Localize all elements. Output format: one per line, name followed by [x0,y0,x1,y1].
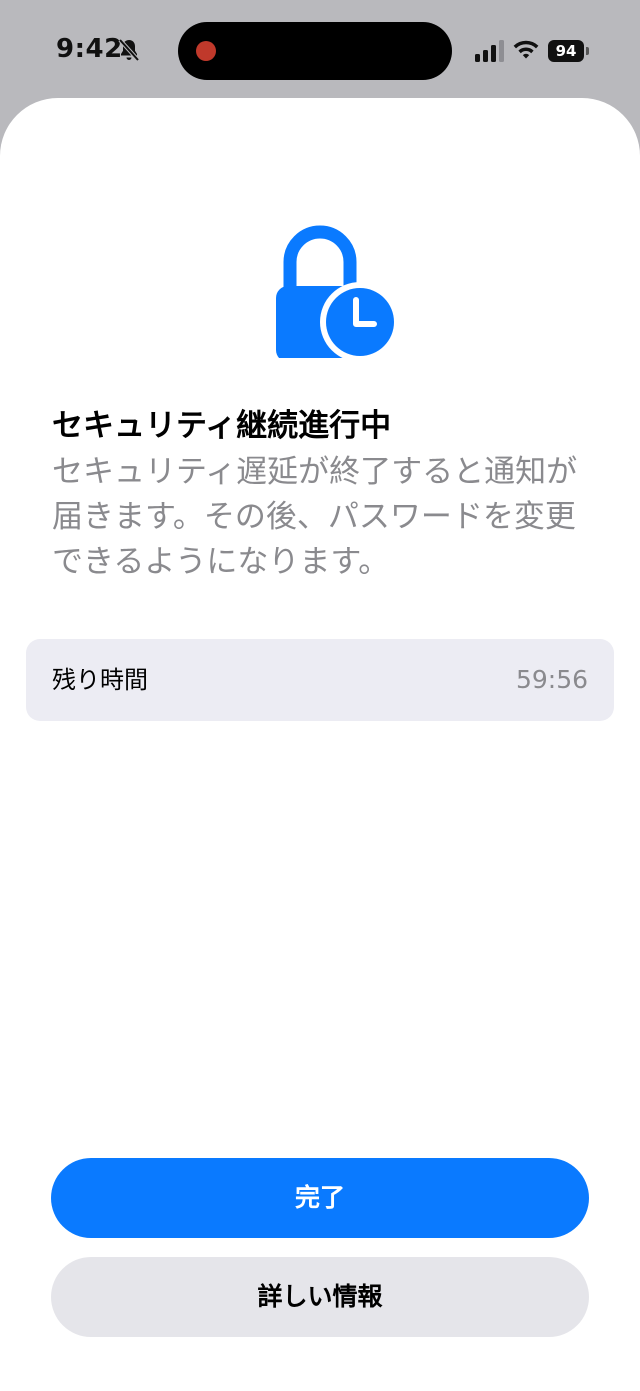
description-text: セキュリティ遅延が終了すると通知が届きます。その後、パスワードを変更できるように… [52,454,578,580]
dynamic-island [178,22,452,80]
remaining-time-label: 残り時間 [52,666,148,694]
status-bar: 9:42 94 [0,0,640,98]
more-info-button[interactable]: 詳しい情報 [51,1257,589,1337]
status-time: 9:42 [56,34,123,64]
security-delay-sheet: セキュリティ継続進行中 セキュリティ遅延が終了すると通知が届きます。その後、パス… [0,98,640,1391]
wifi-icon [513,40,539,59]
bell-off-icon [118,38,140,62]
remaining-time-value: 59:56 [515,665,588,694]
done-button[interactable]: 完了 [51,1158,589,1238]
page-title: セキュリティ継続進行中 [52,408,392,444]
battery-level: 94 [548,40,584,62]
recording-indicator-icon [196,41,216,61]
signal-icon [475,40,504,62]
remaining-time-row: 残り時間 59:56 [26,639,614,721]
lock-clock-icon [276,225,400,358]
battery-icon: 94 [548,40,590,62]
